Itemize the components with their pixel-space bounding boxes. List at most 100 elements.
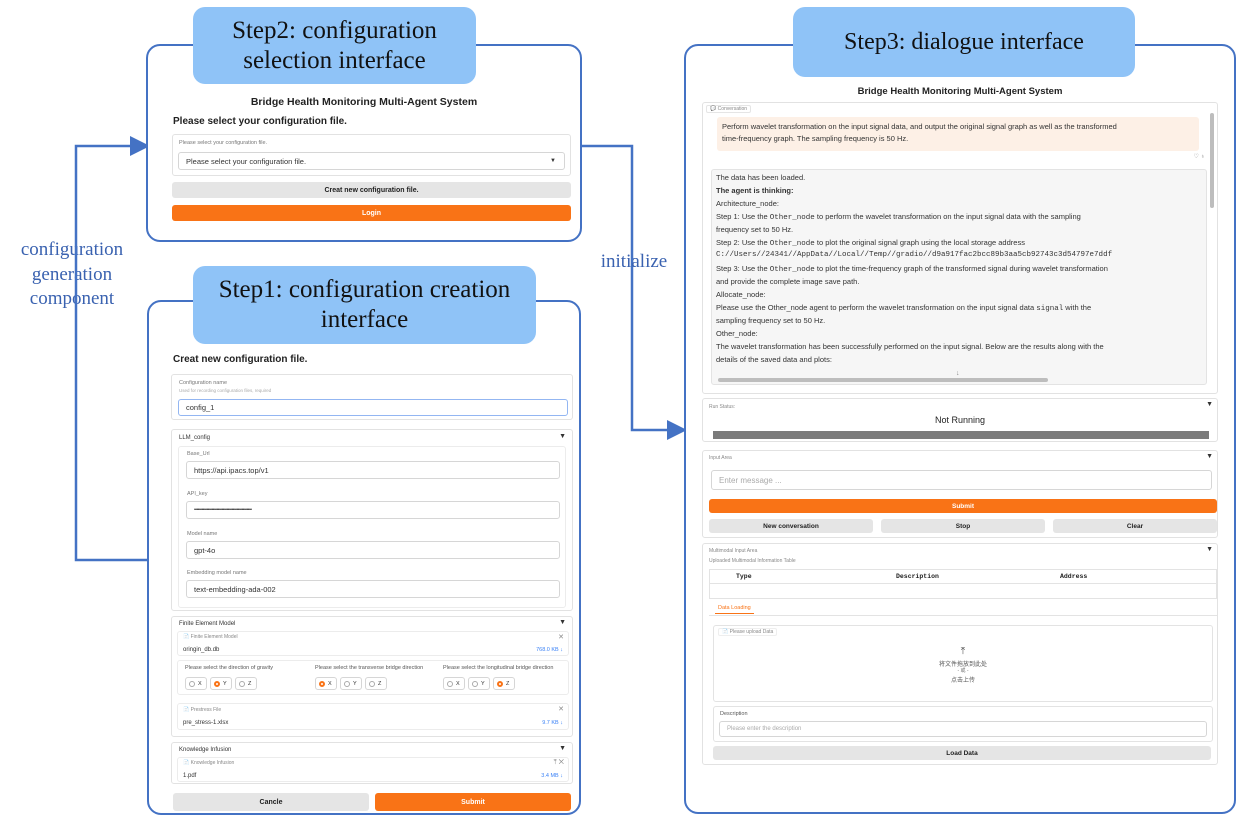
feedback-icons[interactable]: ♡ ♁ — [1193, 153, 1205, 160]
longitudinal-x-radio[interactable]: X — [443, 677, 465, 690]
step3-system-title: Bridge Health Monitoring Multi-Agent Sys… — [857, 86, 1063, 97]
description-box: Description Please enter the description — [713, 706, 1213, 742]
chevron-down-icon: ▼ — [550, 158, 556, 164]
multimodal-label: Multimodal Input Area — [709, 548, 758, 554]
description-input[interactable]: Please enter the description — [719, 721, 1207, 737]
arrow-step1-to-step2 — [74, 136, 150, 562]
prestress-file-size[interactable]: 9.7 KB ↓ — [542, 720, 563, 726]
fem-panel: Finite Element Model ▼ 📄 Finite Element … — [171, 616, 573, 737]
stop-button[interactable]: Stop — [881, 519, 1045, 533]
step1-heading: Creat new configuration file. — [173, 354, 308, 365]
api-key-label: API_key — [187, 491, 208, 497]
embedding-input[interactable]: text-embedding-ada-002 — [186, 580, 560, 598]
upload-text-or: - 或 - — [957, 668, 969, 674]
fem-file-box: 📄 Finite Element Model ✕ oringin_db.db 7… — [177, 631, 569, 656]
knowledge-label: 📄 Knowledge Infusion — [183, 760, 235, 766]
remove-file-icon[interactable]: ✕ — [558, 705, 564, 713]
knowledge-file-size[interactable]: 3.4 MB ↓ — [541, 773, 563, 779]
multimodal-table: Type Description Address — [709, 569, 1217, 599]
header-type[interactable]: Type — [736, 573, 752, 580]
create-config-button[interactable]: Creat new configuration file. — [172, 182, 571, 198]
model-name-label: Model name — [187, 531, 218, 537]
user-message: Perform wavelet transformation on the in… — [717, 117, 1199, 151]
multimodal-panel: Multimodal Input Area ▼ Uploaded Multimo… — [702, 543, 1218, 765]
collapse-caret-icon[interactable]: ▼ — [1206, 546, 1213, 553]
flow-label-left: configuration generation component — [20, 239, 124, 310]
upload-icon: ⤒ — [960, 646, 966, 657]
table-header-row: Type Description Address — [710, 570, 1216, 584]
knowledge-file-box: 📄 Knowledge Infusion ⤒ ✕ 1.pdf 3.4 MB ↓ — [177, 757, 569, 782]
remove-file-icon[interactable]: ✕ — [558, 633, 564, 641]
chat-scrollbar[interactable] — [1210, 113, 1214, 208]
transverse-label: Please select the transverse bridge dire… — [315, 665, 424, 671]
knowledge-title: Knowledge Infusion — [179, 747, 232, 753]
upload-data-label: 📄 Please upload Data — [718, 628, 778, 636]
header-description[interactable]: Description — [896, 573, 939, 580]
header-address[interactable]: Address — [1060, 573, 1087, 580]
gravity-z-radio[interactable]: Z — [235, 677, 257, 690]
step2-system-title: Bridge Health Monitoring Multi-Agent Sys… — [250, 96, 478, 108]
transverse-x-radio[interactable]: X — [315, 677, 337, 690]
upload-dropzone[interactable]: 📄 Please upload Data ⤒ 将文件拖放到此处 - 或 - 点击… — [713, 625, 1213, 702]
config-name-label: Configuration name — [179, 380, 228, 386]
clear-button[interactable]: Clear — [1053, 519, 1217, 533]
longitudinal-y-radio[interactable]: Y — [468, 677, 490, 690]
api-key-input[interactable]: ••••••••••••••••••••••••••••••••••••••••… — [186, 501, 560, 519]
scroll-down-icon[interactable]: ↓ — [956, 370, 960, 377]
arrow-step2-to-step3 — [582, 144, 687, 440]
login-button[interactable]: Login — [172, 205, 571, 221]
fem-file-name: oringin_db.db — [183, 647, 220, 653]
submit-config-button[interactable]: Submit — [375, 793, 571, 811]
base-url-label: Base_Url — [187, 451, 210, 457]
config-name-hint: Used for recording configuration files, … — [179, 388, 272, 393]
base-url-input[interactable]: https://api.ipacs.top/v1 — [186, 461, 560, 479]
step2-heading: Please select your configuration file. — [173, 116, 347, 127]
collapse-caret-icon[interactable]: ▼ — [559, 619, 566, 626]
config-name-input[interactable]: config_1 — [178, 399, 568, 416]
send-button[interactable]: Submit — [709, 499, 1217, 513]
conversation-panel: 💬 Conversation Perform wavelet transform… — [702, 102, 1218, 394]
llm-config-panel: LLM_config ▼ Base_Url https://api.ipacs.… — [171, 429, 573, 611]
conversation-label: 💬 Conversation — [706, 105, 752, 113]
step3-frame: Bridge Health Monitoring Multi-Agent Sys… — [684, 44, 1236, 814]
collapse-caret-icon[interactable]: ▼ — [1206, 401, 1213, 408]
input-area-panel: Input Area ▼ Enter message ... Submit Ne… — [702, 450, 1218, 538]
gravity-x-radio[interactable]: X — [185, 677, 207, 690]
config-name-panel: Configuration name Used for recording co… — [171, 374, 573, 420]
new-conversation-button[interactable]: New conversation — [709, 519, 873, 533]
message-input[interactable]: Enter message ... — [711, 470, 1212, 490]
upload-text-click: 点击上传 — [950, 678, 975, 684]
model-name-input[interactable]: gpt-4o — [186, 541, 560, 559]
fem-title: Finite Element Model — [179, 621, 236, 627]
step3-callout: Step3: dialogue interface — [793, 7, 1135, 77]
tab-data-loading[interactable]: Data Loading — [715, 605, 754, 614]
config-file-dropdown[interactable]: Please select your configuration file. ▼ — [178, 152, 565, 170]
fem-file-size[interactable]: 768.0 KB ↓ — [536, 647, 563, 653]
collapse-caret-icon[interactable]: ▼ — [559, 433, 566, 440]
upload-clear-icons[interactable]: ⤒ ✕ — [554, 759, 564, 767]
run-status-label: Run Status: — [709, 404, 736, 410]
step1-callout: Step1: configuration creation interface — [193, 266, 536, 344]
longitudinal-z-radio[interactable]: Z — [493, 677, 515, 690]
transverse-z-radio[interactable]: Z — [365, 677, 387, 690]
run-status-progress — [713, 431, 1209, 439]
step2-field-label: Please select your configuration file. — [179, 140, 268, 146]
table-title: Uploaded Multimodal Information Table — [709, 558, 796, 564]
collapse-caret-icon[interactable]: ▼ — [1206, 453, 1213, 460]
run-status-panel: Run Status: ▼ Not Running — [702, 398, 1218, 442]
cancel-button[interactable]: Cancle — [173, 793, 369, 811]
tab-divider — [709, 615, 1217, 616]
prestress-label: 📄 Prestress File — [183, 707, 222, 713]
horizontal-scrollbar[interactable] — [718, 378, 1048, 382]
embedding-label: Embedding model name — [187, 570, 247, 576]
longitudinal-label: Please select the longitudinal bridge di… — [443, 665, 554, 671]
transverse-y-radio[interactable]: Y — [340, 677, 362, 690]
agent-reply: The data has been loaded. The agent is t… — [711, 169, 1207, 385]
collapse-caret-icon[interactable]: ▼ — [559, 745, 566, 752]
step1-frame: Creat new configuration file. Configurat… — [147, 300, 581, 815]
load-data-button[interactable]: Load Data — [713, 746, 1211, 760]
prestress-file-name: pre_stress-1.xlsx — [183, 720, 229, 726]
gravity-y-radio[interactable]: Y — [210, 677, 232, 690]
gravity-label: Please select the direction of gravity — [185, 665, 274, 671]
direction-box: Please select the direction of gravity P… — [177, 660, 569, 695]
